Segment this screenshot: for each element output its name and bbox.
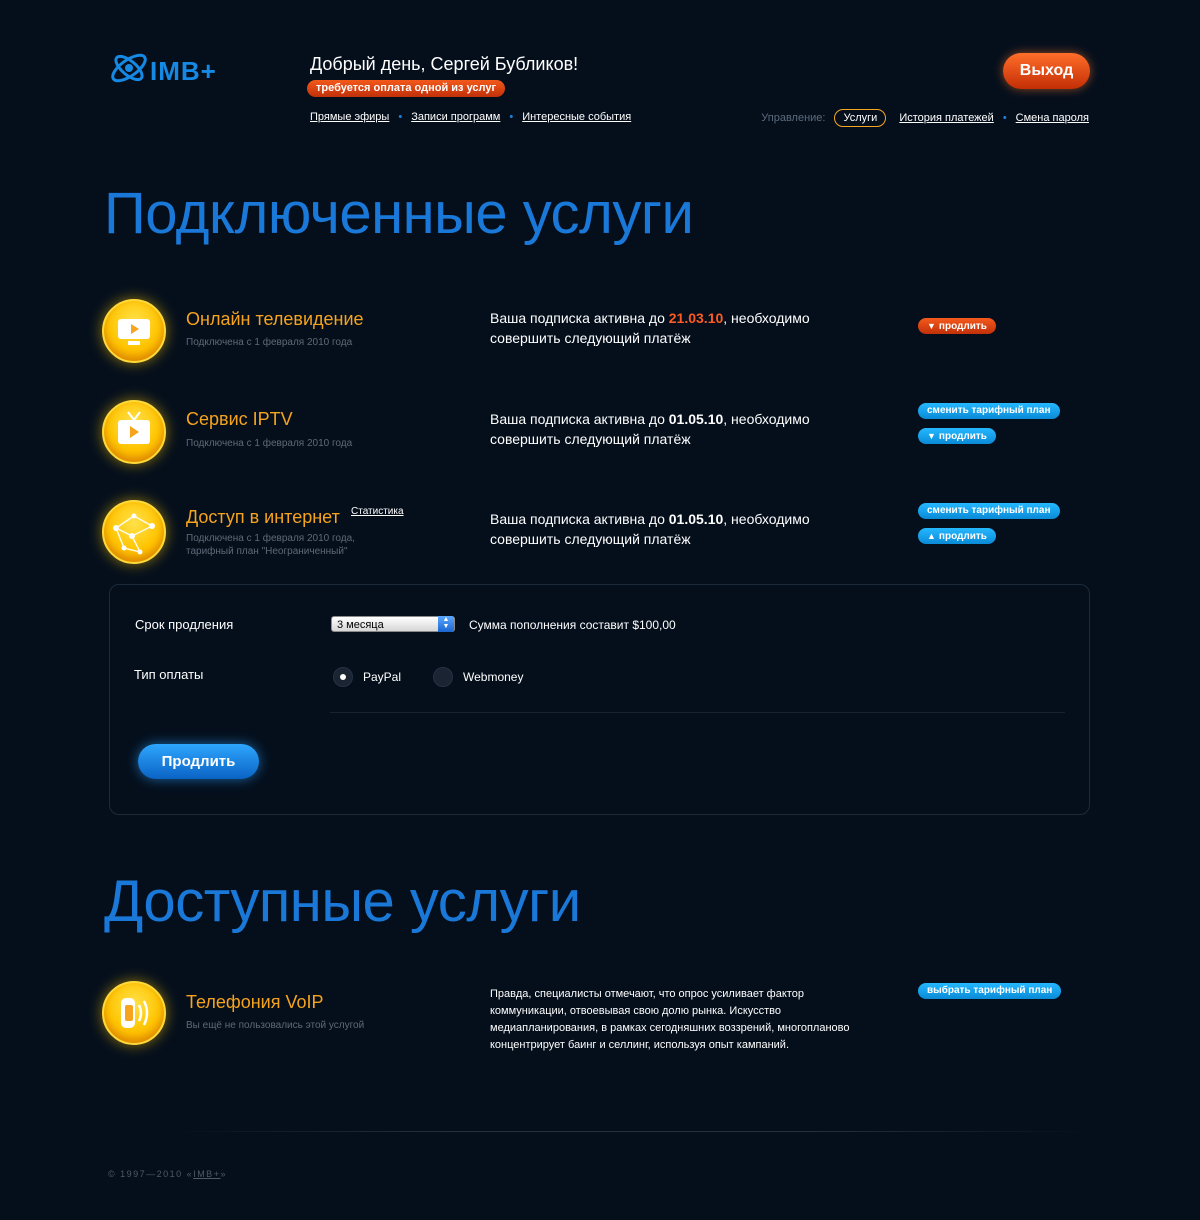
service-subtitle-voip: Вы ещё не пользовались этой услугой — [186, 1020, 365, 1031]
logout-button[interactable]: Выход — [1003, 53, 1090, 89]
extend-internet-button[interactable]: ▲ продлить — [918, 528, 996, 544]
expiry-date: 01.05.10 — [668, 411, 724, 427]
monitor-icon — [118, 319, 150, 345]
connected-services-heading: Подключенные услуги — [104, 181, 694, 246]
period-select-value: 3 месяца — [337, 619, 384, 631]
greeting: Добрый день, Сергей Бубликов! — [310, 54, 579, 74]
change-plan-iptv-button[interactable]: сменить тарифный план — [918, 403, 1060, 419]
phone-icon — [121, 998, 149, 1028]
network-icon — [113, 513, 155, 555]
radio-webmoney[interactable] — [433, 667, 453, 687]
period-select[interactable]: 3 месяца ▲ ▼ — [331, 616, 455, 632]
tv-service-icon — [102, 299, 166, 363]
radio-paypal[interactable] — [333, 667, 353, 687]
iptv-service-icon — [102, 400, 166, 464]
tv-antenna-icon — [118, 411, 150, 444]
satellite-icon — [111, 53, 147, 83]
service-subtitle-internet: Подключена с 1 февраля 2010 года, тарифн… — [186, 533, 355, 557]
extend-submit-button[interactable]: Продлить — [138, 744, 259, 779]
form-divider — [330, 712, 1065, 713]
logo-text: IMB+ — [150, 56, 217, 86]
service-status-iptv: Ваша подписка активна до 01.05.10, необх… — [490, 411, 810, 447]
payment-required-badge[interactable]: требуется оплата одной из услуг — [307, 80, 506, 97]
radio-label-webmoney[interactable]: Webmoney — [463, 670, 523, 684]
service-title-internet: Доступ в интернет — [186, 507, 340, 527]
main-nav: Прямые эфиры • Записи программ • Интерес… — [310, 111, 631, 123]
sum-text: Сумма пополнения составит $100,00 — [469, 618, 676, 632]
expiry-date: 21.03.10 — [668, 310, 724, 326]
choose-plan-voip-button[interactable]: выбрать тарифный план — [918, 983, 1062, 999]
voip-service-icon — [102, 981, 166, 1045]
period-label: Срок продления — [135, 617, 234, 632]
available-services-heading: Доступные услуги — [104, 869, 581, 934]
expiry-date: 01.05.10 — [668, 511, 724, 527]
nav-live-broadcasts[interactable]: Прямые эфиры — [310, 111, 389, 123]
updown-arrows-icon: ▲ ▼ — [438, 616, 454, 632]
nav-services[interactable]: Услуги — [834, 109, 887, 127]
chevron-down-icon: ▼ — [927, 321, 936, 331]
chevron-down-icon: ▼ — [927, 431, 936, 441]
footer-copyright: © 1997—2010 «IMB+» — [108, 1169, 227, 1179]
footer-divider — [170, 1131, 1090, 1132]
account-nav: Управление: Услуги История платежей • См… — [761, 109, 1089, 127]
extend-iptv-button[interactable]: ▼ продлить — [918, 428, 996, 444]
nav-change-password[interactable]: Смена пароля — [1016, 112, 1089, 124]
nav-payment-history[interactable]: История платежей — [899, 112, 994, 124]
nav-separator: • — [398, 111, 403, 123]
statistics-link[interactable]: Статистика — [351, 506, 404, 517]
internet-service-icon — [102, 500, 166, 564]
payment-type-label: Тип оплаты — [134, 667, 204, 682]
nav-events[interactable]: Интересные события — [522, 111, 631, 123]
nav-separator: • — [509, 111, 514, 123]
radio-label-paypal[interactable]: PayPal — [363, 670, 401, 684]
radio-selected-dot — [340, 674, 346, 680]
nav-separator: • — [1002, 112, 1007, 124]
nav-recordings[interactable]: Записи программ — [411, 111, 500, 123]
service-title-iptv: Сервис IPTV — [186, 409, 293, 429]
service-subtitle-tv: Подключена с 1 февраля 2010 года — [186, 337, 353, 348]
logo[interactable]: IMB+ — [108, 46, 238, 92]
chevron-up-icon: ▲ — [927, 531, 936, 541]
service-description-voip: Правда, специалисты отмечают, что опрос … — [490, 988, 850, 1051]
service-status-tv: Ваша подписка активна до 21.03.10, необх… — [490, 310, 810, 346]
footer-brand-link[interactable]: IMB+ — [193, 1169, 220, 1179]
service-title-voip: Телефония VoIP — [186, 992, 324, 1012]
service-status-internet: Ваша подписка активна до 01.05.10, необх… — [490, 511, 810, 547]
service-subtitle-iptv: Подключена с 1 февраля 2010 года — [186, 438, 353, 449]
change-plan-internet-button[interactable]: сменить тарифный план — [918, 503, 1060, 519]
service-title-tv: Онлайн телевидение — [186, 309, 364, 329]
extend-tv-button[interactable]: ▼ продлить — [918, 318, 996, 334]
account-nav-caption: Управление: — [761, 112, 826, 124]
